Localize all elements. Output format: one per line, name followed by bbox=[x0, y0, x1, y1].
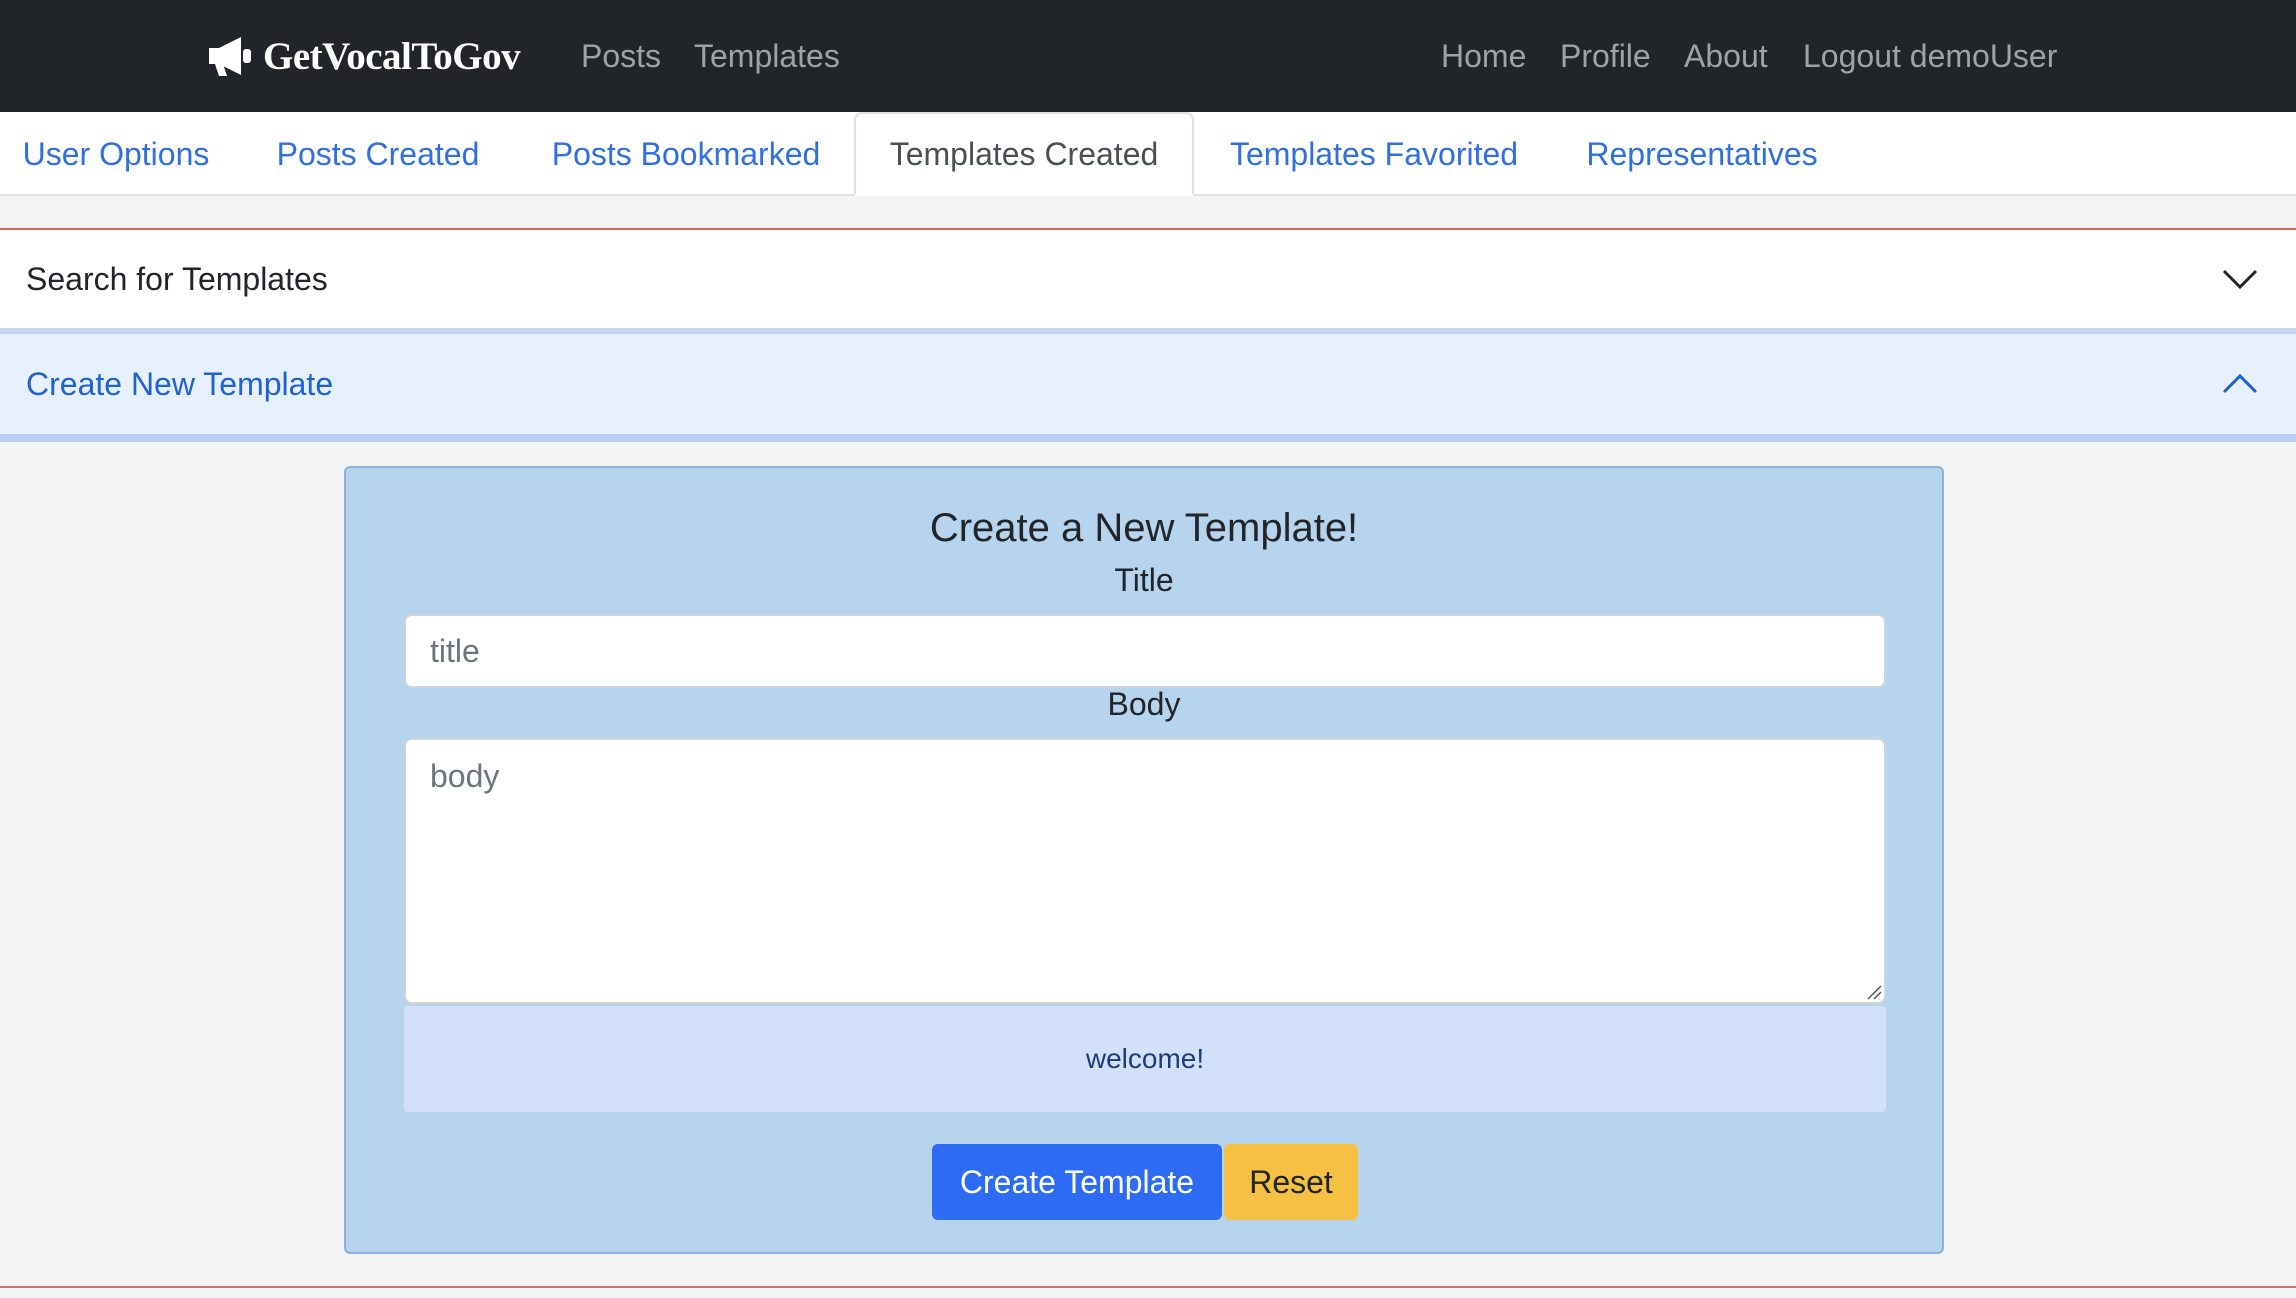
chevron-down-icon bbox=[2222, 269, 2258, 290]
create-template-card: Create a New Template! Title title Body … bbox=[344, 466, 1944, 1254]
nav-home[interactable]: Home bbox=[1441, 0, 1526, 112]
search-templates-header[interactable]: Search for Templates bbox=[0, 230, 2296, 334]
nav-templates[interactable]: Templates bbox=[694, 0, 840, 112]
brand-name: GetVocalToGov bbox=[263, 34, 521, 78]
nav-profile[interactable]: Profile bbox=[1560, 0, 1651, 112]
create-template-label: Create New Template bbox=[26, 365, 334, 402]
tab-templates-favorited[interactable]: Templates Favorited bbox=[1196, 112, 1552, 196]
body-textarea[interactable]: body bbox=[404, 738, 1886, 1004]
tab-representatives[interactable]: Representatives bbox=[1560, 112, 1844, 196]
tab-user-options[interactable]: User Options bbox=[0, 112, 232, 196]
chevron-up-icon bbox=[2222, 373, 2258, 394]
tab-posts-created[interactable]: Posts Created bbox=[244, 112, 512, 196]
body-placeholder: body bbox=[430, 758, 500, 794]
megaphone-icon bbox=[209, 37, 251, 76]
form-heading: Create a New Template! bbox=[929, 506, 1359, 550]
welcome-alert: welcome! bbox=[404, 1006, 1886, 1112]
create-template-button[interactable]: Create Template bbox=[932, 1144, 1222, 1220]
create-template-panel: Create a New Template! Title title Body … bbox=[0, 442, 2296, 1288]
brand-logo[interactable]: GetVocalToGov bbox=[205, 0, 521, 112]
body-label: Body bbox=[1107, 686, 1181, 722]
nav-posts[interactable]: Posts bbox=[581, 0, 661, 112]
title-input[interactable]: title bbox=[404, 614, 1886, 688]
templates-accordion: Search for Templates Create New Template… bbox=[0, 228, 2296, 1288]
tab-posts-bookmarked[interactable]: Posts Bookmarked bbox=[520, 112, 852, 196]
reset-button[interactable]: Reset bbox=[1224, 1144, 1358, 1220]
profile-tabs: User Options Posts Created Posts Bookmar… bbox=[0, 112, 2296, 196]
create-template-header[interactable]: Create New Template bbox=[0, 334, 2296, 442]
title-label: Title bbox=[1114, 562, 1174, 598]
nav-logout[interactable]: Logout demoUser bbox=[1803, 0, 2057, 112]
search-templates-label: Search for Templates bbox=[26, 260, 328, 297]
resize-handle-icon[interactable] bbox=[1866, 984, 1882, 1000]
top-navbar: GetVocalToGov Posts Templates Home Profi… bbox=[0, 0, 2296, 112]
tab-templates-created[interactable]: Templates Created bbox=[854, 112, 1194, 196]
nav-about[interactable]: About bbox=[1684, 0, 1768, 112]
